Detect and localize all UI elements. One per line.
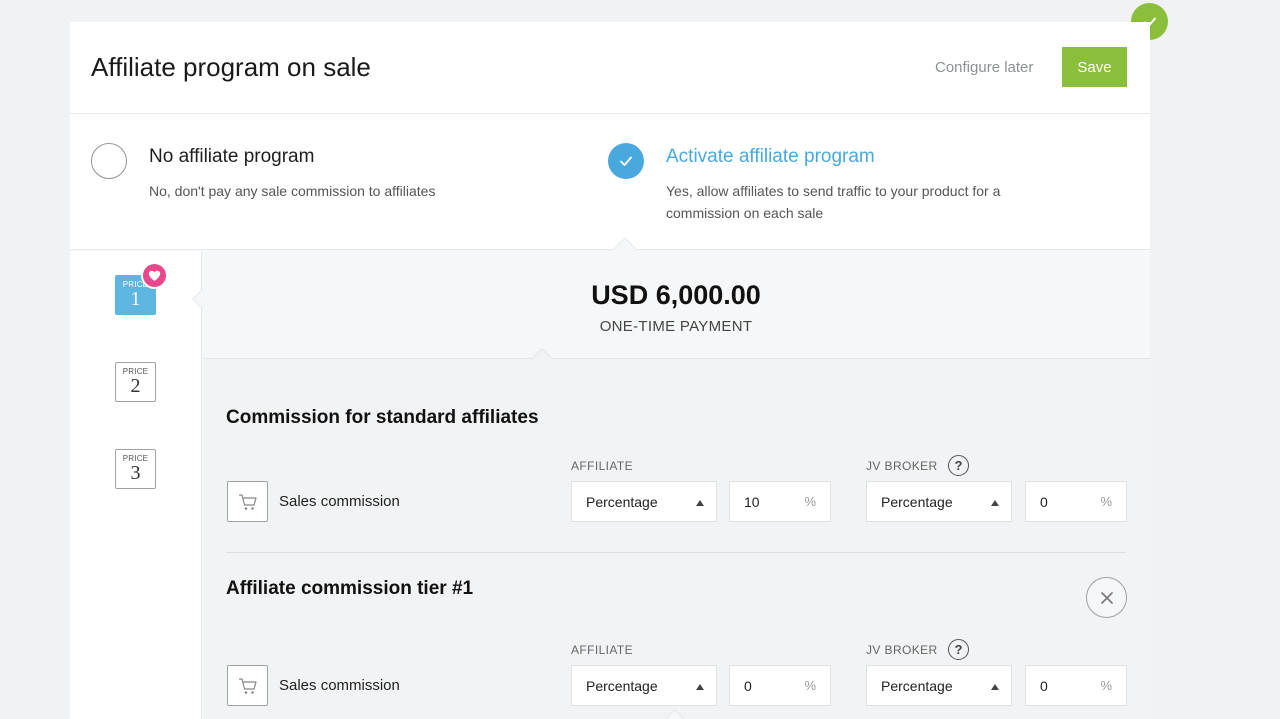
section-divider [226, 552, 1126, 553]
affiliate-type-select[interactable]: Percentage [571, 665, 717, 706]
caret-up-icon [696, 684, 704, 690]
section-title: Commission for standard affiliates [226, 407, 539, 428]
jv-broker-column-label: JV BROKER [866, 643, 938, 657]
cart-icon [238, 493, 257, 510]
affiliate-value: 0 [744, 677, 752, 694]
affiliate-value-input[interactable]: 0% [729, 665, 831, 706]
jv-type-select[interactable]: Percentage [866, 665, 1012, 706]
affiliate-type-value: Percentage [586, 493, 658, 510]
percent-unit: % [804, 678, 816, 693]
activate-program-title[interactable]: Activate affiliate program [666, 146, 875, 168]
no-program-title[interactable]: No affiliate program [149, 146, 314, 168]
no-program-description: No, don't pay any sale commission to aff… [149, 183, 436, 199]
cart-icon [238, 677, 257, 694]
price-tab-number: 3 [130, 462, 141, 484]
no-program-radio[interactable] [91, 143, 127, 179]
configure-later-link[interactable]: Configure later [935, 59, 1033, 76]
percent-unit: % [1100, 494, 1112, 509]
sales-commission-label: Sales commission [279, 677, 400, 694]
affiliate-column-label: AFFILIATE [571, 459, 634, 473]
jv-broker-column-label: JV BROKER [866, 459, 938, 473]
jv-type-select[interactable]: Percentage [866, 481, 1012, 522]
caret-up-icon [991, 500, 999, 506]
jv-type-value: Percentage [881, 677, 953, 694]
section-bottom-pointer [665, 709, 685, 719]
check-icon [620, 156, 632, 166]
affiliate-panel: Affiliate program on sale Configure late… [70, 22, 1150, 719]
save-button[interactable]: Save [1062, 47, 1127, 87]
price-header: USD 6,000.00 ONE-TIME PAYMENT [210, 251, 1150, 358]
price-tab-2[interactable]: PRICE 2 [115, 362, 156, 402]
close-icon [1100, 591, 1113, 604]
page-title: Affiliate program on sale [91, 52, 371, 82]
affiliate-column-label: AFFILIATE [571, 643, 634, 657]
activate-program-radio[interactable] [608, 143, 644, 179]
affiliate-type-select[interactable]: Percentage [571, 481, 717, 522]
help-icon[interactable]: ? [948, 455, 969, 476]
percent-unit: % [1100, 678, 1112, 693]
sales-commission-label: Sales commission [279, 493, 400, 510]
caret-up-icon [991, 684, 999, 690]
jv-value: 0 [1040, 493, 1048, 510]
payment-type: ONE-TIME PAYMENT [599, 318, 753, 335]
section-title: Affiliate commission tier #1 [226, 578, 474, 599]
activate-program-description: Yes, allow affiliates to send traffic to… [666, 183, 1001, 221]
commission-area: Commission for standard affiliates AFFIL… [203, 358, 1150, 719]
program-options: No affiliate program No, don't pay any s… [70, 114, 1150, 250]
sales-commission-icon-box [227, 665, 268, 706]
price-tab-number: 1 [130, 288, 141, 310]
remove-tier-button[interactable] [1086, 577, 1127, 618]
heart-icon [148, 270, 161, 281]
jv-value: 0 [1040, 677, 1048, 694]
affiliate-value: 10 [744, 493, 760, 510]
affiliate-value-input[interactable]: 10% [729, 481, 831, 522]
jv-value-input[interactable]: 0% [1025, 481, 1127, 522]
jv-value-input[interactable]: 0% [1025, 665, 1127, 706]
sales-commission-icon-box [227, 481, 268, 522]
price-tab-number: 2 [130, 375, 141, 397]
price-list: PRICE 1 PRICE 2 PRICE 3 [70, 251, 212, 719]
affiliate-type-value: Percentage [586, 677, 658, 694]
percent-unit: % [804, 494, 816, 509]
panel-header: Affiliate program on sale Configure late… [70, 22, 1150, 114]
jv-type-value: Percentage [881, 493, 953, 510]
price-tab-3[interactable]: PRICE 3 [115, 449, 156, 489]
price-amount: USD 6,000.00 [591, 280, 761, 310]
favorite-badge [141, 262, 168, 289]
caret-up-icon [696, 500, 704, 506]
help-icon[interactable]: ? [948, 639, 969, 660]
price-pointer [192, 289, 212, 309]
